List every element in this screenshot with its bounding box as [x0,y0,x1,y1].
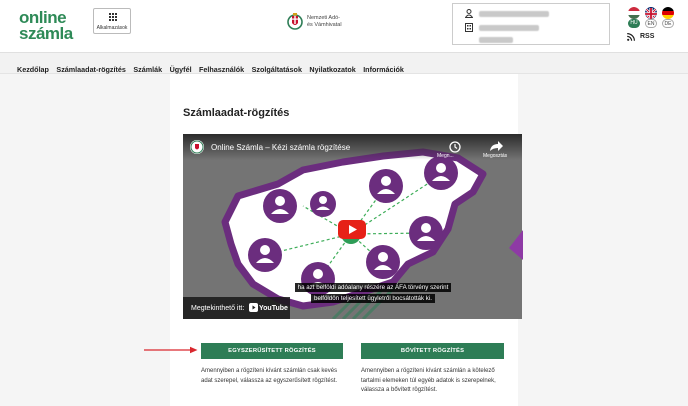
nav-text-line1: Nemzeti Adó- [307,15,341,21]
lang-en[interactable]: EN [645,19,657,28]
youtube-label: YouTube [259,305,288,312]
main-menu: Kezdőlap Számlaadat-rögzítés Számlák Ügy… [0,52,688,74]
extended-recording-button[interactable]: BŐVÍTETT RÖGZÍTÉS [361,343,504,359]
nav-text-line2: és Vámhivatal [307,22,342,28]
menu-item-kezdolap[interactable]: Kezdőlap [17,65,49,74]
watch-on-label: Megtekinthető itt: [191,305,245,312]
german-flag-icon[interactable] [662,7,674,19]
logo-line2: számla [19,24,73,43]
apps-button[interactable]: Alkalmazások [93,8,131,34]
channel-logo-icon[interactable] [190,140,204,154]
video-caption: ha azt belföldi adóalany részére az ÁFA … [268,282,478,304]
lang-de[interactable]: DE [662,19,674,28]
rss-label: RSS [640,33,655,40]
menu-item-ugyfel[interactable]: Ügyfél [170,65,192,74]
rss-icon [627,33,635,41]
caption-line1: ha azt belföldi adóalany részére az ÁFA … [294,283,452,292]
decorative-shape [509,230,523,260]
nav-text: Nemzeti Adó- és Vámhivatal [307,15,342,29]
hungarian-flag-icon[interactable] [628,7,640,19]
grid-icon [109,13,117,21]
redacted-tax-number [479,37,513,43]
coat-of-arms-icon [287,13,303,30]
play-icon[interactable] [338,220,366,239]
menu-item-informaciok[interactable]: Információk [363,65,404,74]
menu-item-szamlaadat-rogzites[interactable]: Számlaadat-rögzítés [56,65,126,74]
simplified-recording-button[interactable]: EGYSZERŰSÍTETT RÖGZÍTÉS [201,343,343,359]
menu-item-felhasznalok[interactable]: Felhasználók [199,65,244,74]
menu-item-nyilatkozatok[interactable]: Nyilatkozatok [309,65,355,74]
page-title: Számlaadat-rögzítés [183,107,290,119]
uk-flag-icon [645,7,657,19]
video-player[interactable]: Online Számla – Kézi számla rögzítése Me… [183,134,522,319]
share-label: Megosztás [483,153,508,159]
english-flag-icon[interactable] [645,7,657,19]
simplified-recording-description: Amennyiben a rögzíteni kívánt számlán cs… [201,368,338,384]
rss-link[interactable]: RSS [627,33,667,43]
building-icon [465,23,473,32]
redacted-user-name [479,11,549,17]
video-title[interactable]: Online Számla – Kézi számla rögzítése [211,143,350,152]
user-icon [465,9,473,18]
online-szamla-logo[interactable]: online számla [19,8,81,44]
apps-label: Alkalmazások [96,25,128,31]
red-arrow-annotation [144,346,198,354]
watch-later-label: Megn... [437,153,454,159]
extended-recording-description: Amennyiben a rögzíteni kívánt számlán a … [361,368,496,393]
menu-item-szamlak[interactable]: Számlák [133,65,162,74]
menu-item-szolgaltatasok[interactable]: Szolgáltatások [252,65,302,74]
caption-line2: belföldön teljesített ügyletről bocsátot… [311,294,435,303]
user-info-box[interactable] [452,3,610,45]
watch-on-youtube-bar[interactable]: Megtekinthető itt: YouTube [183,297,290,319]
nav-logo[interactable]: Nemzeti Adó- és Vámhivatal [287,10,367,34]
header: online számla Alkalmazások Nemzeti Adó- … [0,0,688,52]
redacted-company-name [479,25,539,31]
lang-hu[interactable]: HU [628,19,640,28]
